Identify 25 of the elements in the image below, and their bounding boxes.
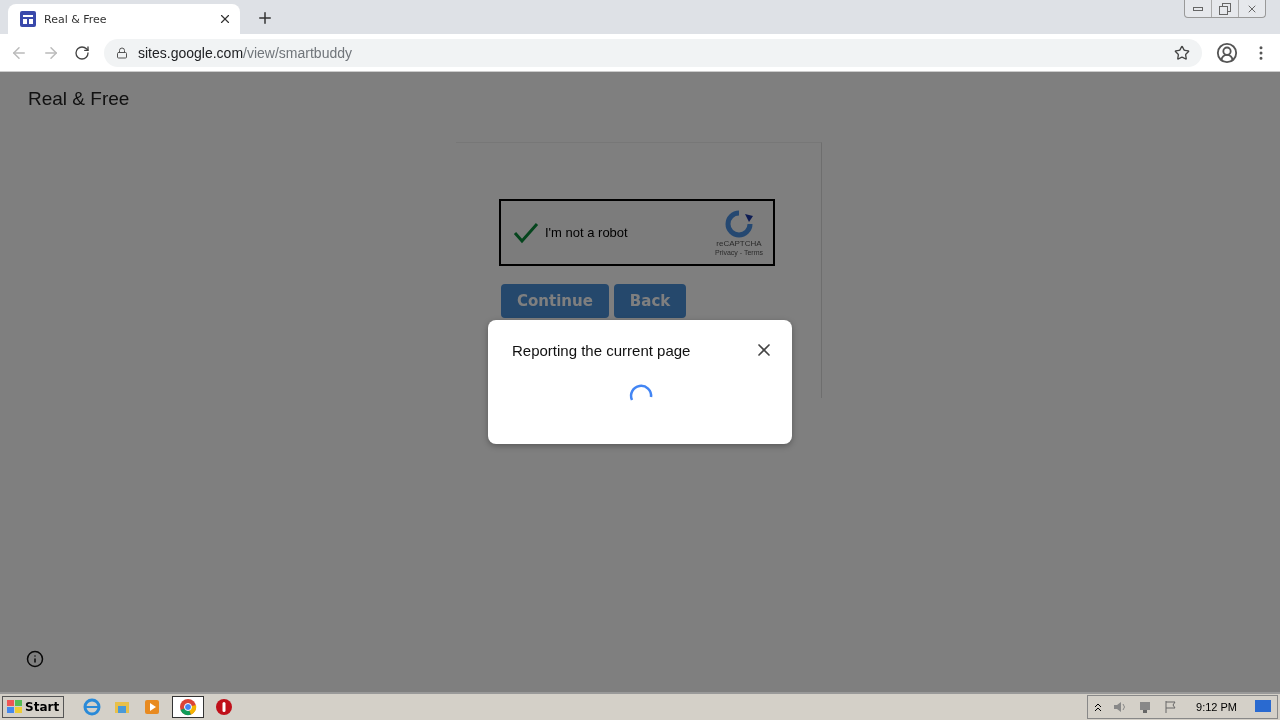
tab-title: Real & Free — [44, 12, 108, 26]
bookmark-star-icon[interactable] — [1174, 44, 1190, 61]
internet-explorer-icon[interactable] — [82, 697, 103, 717]
site-title: Real & Free — [27, 87, 131, 110]
reload-icon[interactable] — [74, 44, 90, 61]
site-icon — [20, 11, 36, 27]
new-tab-icon[interactable] — [256, 9, 274, 27]
browser-icon — [179, 698, 198, 716]
flag-icon[interactable] — [1164, 700, 1179, 714]
captcha-label: I'm not a robot — [545, 225, 629, 240]
start-button[interactable]: Start — [2, 696, 65, 718]
lock-icon — [116, 46, 128, 59]
address-bar[interactable]: sites.google.com/view/smartbuddy — [104, 38, 1202, 67]
clock: 9:12 PM — [1196, 701, 1237, 713]
recaptcha-brand: reCAPTCHA — [716, 238, 762, 248]
windows-logo-icon — [7, 700, 23, 714]
close-icon[interactable] — [218, 12, 232, 26]
chevron-up-icon[interactable] — [1094, 702, 1103, 712]
dialog-title: Reporting the current page — [512, 341, 691, 359]
chrome-taskbar-button[interactable] — [172, 696, 205, 718]
show-desktop-icon[interactable] — [1255, 700, 1271, 714]
app-circle-icon[interactable] — [214, 697, 235, 717]
browser-tab[interactable]: Real & Free — [8, 4, 240, 34]
info-icon[interactable] — [26, 650, 44, 668]
account-icon[interactable] — [1216, 41, 1238, 64]
